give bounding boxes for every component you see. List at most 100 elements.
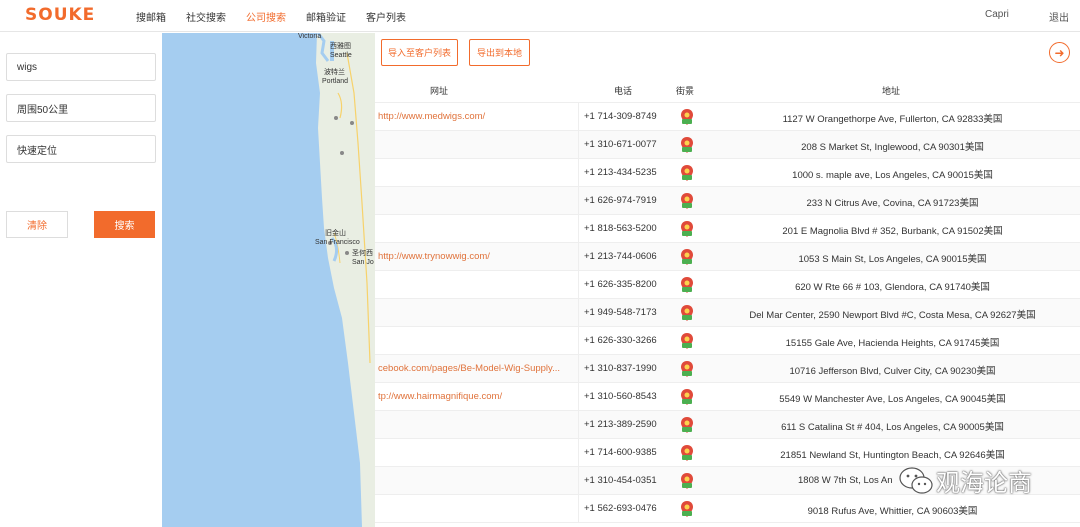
- clear-button[interactable]: 清除: [6, 211, 68, 238]
- row-phone: +1 310-560-8543: [584, 391, 657, 402]
- row-address: 9018 Rufus Ave, Whittier, CA 90603美国: [807, 506, 978, 517]
- username[interactable]: Capri: [985, 9, 1009, 20]
- nav-customer-list[interactable]: 客户列表: [366, 9, 406, 24]
- row-phone: +1 626-974-7919: [584, 195, 657, 206]
- table-row: http://www.trynowwig.com/ +1 213-744-060…: [375, 243, 1080, 271]
- row-address: 1000 s. maple ave, Los Angeles, CA 90015…: [792, 170, 993, 181]
- row-phone: +1 949-548-7173: [584, 307, 657, 318]
- row-address: 620 W Rte 66 # 103, Glendora, CA 91740美国: [795, 282, 990, 293]
- map-label-sanjose-cn: 圣何西: [352, 250, 373, 257]
- table-row: tp://www.hairmagnifique.com/ +1 310-560-…: [375, 383, 1080, 411]
- radius-input[interactable]: [6, 94, 156, 122]
- row-address: 10716 Jefferson Blvd, Culver City, CA 90…: [789, 366, 996, 377]
- street-view-pin-icon[interactable]: [680, 193, 694, 209]
- header-street: 街景: [676, 86, 695, 96]
- nav-email-search[interactable]: 搜邮箱: [136, 9, 166, 24]
- street-view-pin-icon[interactable]: [680, 165, 694, 181]
- row-address: 611 S Catalina St # 404, Los Angeles, CA…: [781, 422, 1004, 433]
- row-address: 15155 Gale Ave, Hacienda Heights, CA 917…: [785, 338, 1000, 349]
- table-row: +1 626-330-3266 15155 Gale Ave, Hacienda…: [375, 327, 1080, 355]
- nav-social-search[interactable]: 社交搜索: [186, 9, 226, 24]
- map-label-sf: San Francisco: [315, 239, 360, 246]
- wechat-icon: [899, 466, 933, 494]
- header-phone: 电话: [614, 86, 633, 96]
- row-address: 1053 S Main St, Los Angeles, CA 90015美国: [798, 254, 987, 265]
- map-label-sanjose: San Jo: [352, 259, 374, 266]
- row-phone: +1 213-434-5235: [584, 167, 657, 178]
- export-local-button[interactable]: 导出到本地: [469, 39, 530, 66]
- row-phone: +1 626-335-8200: [584, 279, 657, 290]
- import-to-customers-button[interactable]: 导入至客户列表: [381, 39, 458, 66]
- main-nav: 搜邮箱 社交搜索 公司搜索 邮箱验证 客户列表: [136, 9, 426, 24]
- street-view-pin-icon[interactable]: [680, 249, 694, 265]
- row-address: 1808 W 7th St, Los An: [798, 475, 893, 486]
- row-phone: +1 213-389-2590: [584, 419, 657, 430]
- street-view-pin-icon[interactable]: [680, 277, 694, 293]
- row-phone: +1 310-837-1990: [584, 363, 657, 374]
- table-row: +1 949-548-7173 Del Mar Center, 2590 New…: [375, 299, 1080, 327]
- row-address: 1127 W Orangethorpe Ave, Fullerton, CA 9…: [782, 114, 1003, 125]
- search-button[interactable]: 搜索: [94, 211, 155, 238]
- row-url[interactable]: tp://www.hairmagnifique.com/: [378, 391, 576, 402]
- street-view-pin-icon[interactable]: [680, 137, 694, 153]
- row-url[interactable]: http://www.trynowwig.com/: [378, 251, 576, 262]
- row-address: 201 E Magnolia Blvd # 352, Burbank, CA 9…: [782, 226, 1003, 237]
- row-phone: +1 626-330-3266: [584, 335, 657, 346]
- table-row: +1 562-693-0476 9018 Rufus Ave, Whittier…: [375, 495, 1080, 523]
- souke-logo[interactable]: SOUKE: [25, 5, 95, 25]
- table-row: +1 818-563-5200 201 E Magnolia Blvd # 35…: [375, 215, 1080, 243]
- map-label-portland: Portland: [322, 78, 349, 85]
- row-phone: +1 213-744-0606: [584, 251, 657, 262]
- street-view-pin-icon[interactable]: [680, 473, 694, 489]
- table-row: +1 213-389-2590 611 S Catalina St # 404,…: [375, 411, 1080, 439]
- row-url[interactable]: cebook.com/pages/Be-Model-Wig-Supply...: [378, 363, 576, 374]
- table-row: +1 626-974-7919 233 N Citrus Ave, Covina…: [375, 187, 1080, 215]
- nav-email-verify[interactable]: 邮箱验证: [306, 9, 346, 24]
- keyword-input[interactable]: [6, 53, 156, 81]
- table-header: 网址 电话 街景 地址: [375, 75, 1080, 103]
- street-view-pin-icon[interactable]: [680, 333, 694, 349]
- row-phone: +1 714-309-8749: [584, 111, 657, 122]
- street-view-pin-icon[interactable]: [680, 445, 694, 461]
- row-address: Del Mar Center, 2590 Newport Blvd #C, Co…: [749, 310, 1036, 321]
- map-label-sf-cn: 旧金山: [325, 230, 346, 237]
- watermark: 观海论商: [898, 463, 1032, 498]
- map-label-seattle-cn: 西雅图: [330, 43, 351, 50]
- street-view-pin-icon[interactable]: [680, 221, 694, 237]
- search-panel: 清除 搜索: [0, 33, 162, 527]
- street-view-pin-icon[interactable]: [680, 417, 694, 433]
- map-label-victoria: Victoria: [298, 33, 322, 40]
- street-view-pin-icon[interactable]: [680, 501, 694, 517]
- results-table-body: http://www.medwigs.com/ +1 714-309-8749 …: [375, 103, 1080, 523]
- row-address: 21851 Newland St, Huntington Beach, CA 9…: [780, 450, 1005, 461]
- table-row: cebook.com/pages/Be-Model-Wig-Supply... …: [375, 355, 1080, 383]
- watermark-text: 观海论商: [936, 469, 1032, 497]
- row-phone: +1 310-454-0351: [584, 475, 657, 486]
- map-label-portland-cn: 波特兰: [324, 69, 345, 76]
- row-phone: +1 310-671-0077: [584, 139, 657, 150]
- row-address: 233 N Citrus Ave, Covina, CA 91723美国: [806, 198, 979, 209]
- top-navbar: SOUKE 搜邮箱 社交搜索 公司搜索 邮箱验证 客户列表 Capri 退出: [0, 0, 1080, 32]
- map-view[interactable]: Victoria 西雅图 Seattle 波特兰 Portland 旧金山 Sa…: [162, 33, 375, 527]
- header-address: 地址: [882, 86, 901, 96]
- street-view-pin-icon[interactable]: [680, 361, 694, 377]
- row-phone: +1 714-600-9385: [584, 447, 657, 458]
- map-label-seattle: Seattle: [330, 52, 352, 59]
- row-phone: +1 562-693-0476: [584, 503, 657, 514]
- map-canvas: [162, 33, 375, 527]
- arrow-right-icon[interactable]: ➜: [1049, 42, 1070, 63]
- street-view-pin-icon[interactable]: [680, 305, 694, 321]
- nav-company-search[interactable]: 公司搜索: [246, 9, 286, 24]
- table-row: +1 626-335-8200 620 W Rte 66 # 103, Glen…: [375, 271, 1080, 299]
- table-row: http://www.medwigs.com/ +1 714-309-8749 …: [375, 103, 1080, 131]
- table-row: +1 213-434-5235 1000 s. maple ave, Los A…: [375, 159, 1080, 187]
- row-address: 5549 W Manchester Ave, Los Angeles, CA 9…: [779, 394, 1006, 405]
- row-url[interactable]: http://www.medwigs.com/: [378, 111, 576, 122]
- street-view-pin-icon[interactable]: [680, 109, 694, 125]
- locate-input[interactable]: [6, 135, 156, 163]
- street-view-pin-icon[interactable]: [680, 389, 694, 405]
- table-row: +1 310-671-0077 208 S Market St, Inglewo…: [375, 131, 1080, 159]
- header-url: 网址: [430, 86, 449, 96]
- logout-link[interactable]: 退出: [1049, 9, 1069, 24]
- row-address: 208 S Market St, Inglewood, CA 90301美国: [801, 142, 984, 153]
